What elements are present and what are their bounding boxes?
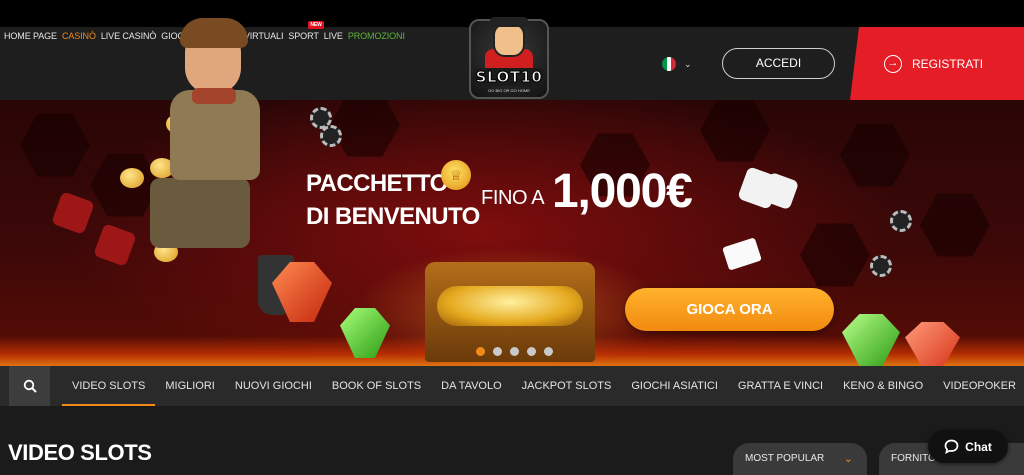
nav-item-sport[interactable]: SPORT NEW — [288, 21, 324, 41]
arrow-circle-icon: → — [884, 54, 902, 73]
nav-item-promozioni[interactable]: PROMOZIONI — [348, 31, 405, 41]
logo-mascot-face — [493, 23, 525, 57]
new-badge: NEW — [308, 21, 324, 29]
chevron-down-icon: ⌄ — [843, 453, 853, 465]
poker-chip-image — [870, 255, 892, 277]
promo-title-line1: PACCHETTO — [306, 170, 448, 197]
sort-select-value: MOST POPULAR — [745, 453, 825, 464]
bg-hexagon — [20, 113, 90, 177]
bg-hexagon — [800, 223, 870, 287]
bg-hexagon — [700, 100, 770, 162]
register-label: REGISTRATI — [912, 56, 984, 71]
nav-item-casino[interactable]: CASINÒ — [62, 31, 96, 41]
promo-amount: 1,000€ — [552, 165, 693, 218]
nav-item-sport-label: SPORT — [288, 31, 319, 41]
promo-title-line2: DI BENVENUTO — [306, 203, 480, 230]
category-nav: VIDEO SLOTS MIGLIORI NUOVI GIOCHI BOOK O… — [62, 366, 1024, 406]
logo-tagline: GO BIG OR GO HOME — [488, 88, 530, 93]
play-now-button[interactable]: GIOCA ORA — [625, 288, 834, 331]
provider-select-label: FORNITO — [891, 453, 936, 464]
site-logo[interactable]: SLOT10 GO BIG OR GO HOME — [463, 13, 555, 101]
language-selector[interactable]: ⌄ — [662, 57, 692, 71]
chat-label: Chat — [965, 439, 992, 454]
bg-hexagon — [840, 123, 910, 187]
explorer-character-image — [140, 18, 290, 258]
chest-gold — [437, 286, 583, 326]
poker-chip-image — [890, 210, 912, 232]
category-tab-keno-bingo[interactable]: KENO & BINGO — [833, 366, 933, 406]
logo-mascot-hat — [490, 17, 528, 27]
login-button[interactable]: ACCEDI — [722, 48, 835, 79]
category-tab-video-slots[interactable]: VIDEO SLOTS — [62, 366, 156, 406]
category-tab-migliori[interactable]: MIGLIORI — [155, 366, 225, 406]
sort-select[interactable]: MOST POPULAR ⌄ — [733, 443, 867, 475]
crown-icon: ♕ — [441, 160, 471, 190]
italy-flag-icon — [662, 57, 676, 71]
logo-brand-text: SLOT10 — [475, 68, 543, 87]
character-hair — [180, 18, 248, 48]
nav-item-home[interactable]: HOME PAGE — [4, 31, 57, 41]
category-tab-nuovi-giochi[interactable]: NUOVI GIOCHI — [225, 366, 322, 406]
carousel-dot[interactable] — [493, 347, 502, 356]
chat-bubble-icon — [944, 439, 959, 454]
category-tab-book-of-slots[interactable]: BOOK OF SLOTS — [322, 366, 431, 406]
character-scarf — [192, 88, 236, 104]
category-tab-jackpot-slots[interactable]: JACKPOT SLOTS — [512, 366, 622, 406]
bg-hexagon — [920, 193, 990, 257]
register-button[interactable]: → REGISTRATI — [850, 27, 1024, 100]
promo-prefix: FINO A — [481, 187, 545, 209]
poker-chip-image — [320, 125, 342, 147]
category-tab-videopoker[interactable]: VIDEOPOKER — [933, 366, 1024, 406]
carousel-dot[interactable] — [476, 347, 485, 356]
character-legs — [150, 178, 250, 248]
section-title: VIDEO SLOTS — [8, 440, 152, 465]
category-tab-giochi-asiatici[interactable]: GIOCHI ASIATICI — [621, 366, 728, 406]
carousel-dot[interactable] — [527, 347, 536, 356]
search-icon — [23, 379, 37, 393]
carousel-dot[interactable] — [510, 347, 519, 356]
category-tab-da-tavolo[interactable]: DA TAVOLO — [431, 366, 512, 406]
search-button[interactable] — [9, 366, 50, 406]
nav-item-live[interactable]: LIVE — [324, 31, 343, 41]
chevron-down-icon: ⌄ — [684, 58, 692, 69]
carousel-dots — [476, 347, 553, 356]
category-tab-gratta-e-vinci[interactable]: GRATTA E VINCI — [728, 366, 833, 406]
chat-button[interactable]: Chat — [928, 430, 1008, 463]
carousel-dot[interactable] — [544, 347, 553, 356]
